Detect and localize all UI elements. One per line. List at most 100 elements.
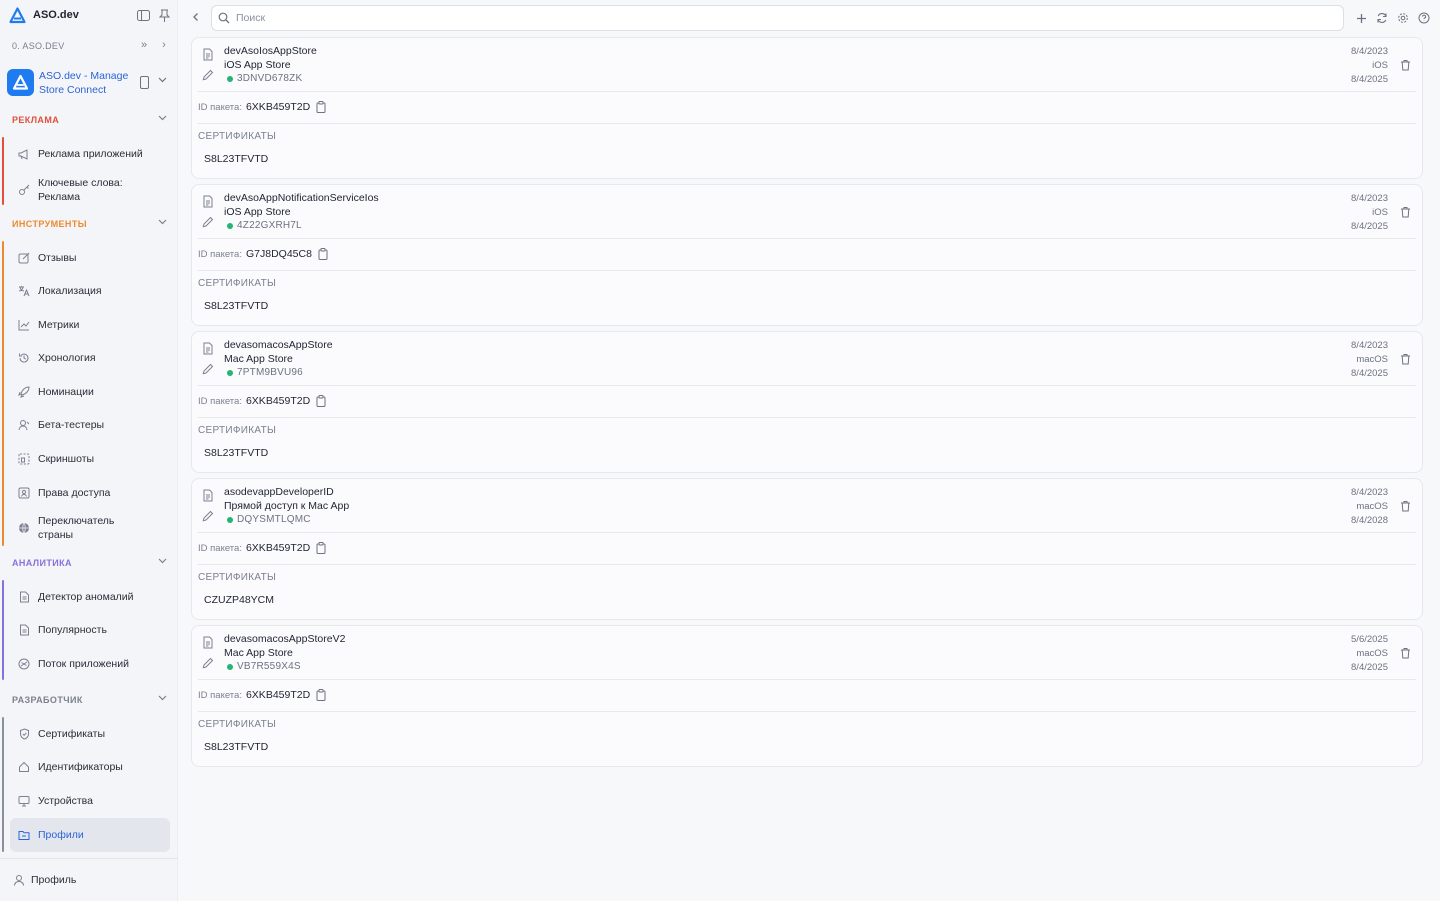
profile-card[interactable]: asodevappDeveloperID Прямой доступ к Mac…	[191, 478, 1423, 620]
sidebar-item-label: Популярность	[38, 624, 107, 636]
sidebar-item-history[interactable]: Хронология	[10, 349, 170, 367]
gear-icon[interactable]	[1396, 11, 1410, 25]
trash-icon[interactable]	[1400, 500, 1413, 513]
chevron-right-icon[interactable]: ›	[157, 39, 171, 53]
sidebar-item-label: Реклама приложений	[38, 148, 143, 160]
globe-icon	[10, 522, 38, 534]
pencil-icon[interactable]	[202, 510, 215, 523]
pin-icon[interactable]	[157, 8, 172, 23]
section-developer[interactable]: РАЗРАБОТЧИК	[12, 695, 83, 705]
sidebar-item-beta-testers[interactable]: Бета-тестеры	[10, 416, 170, 434]
device-icon[interactable]	[140, 76, 150, 90]
certificate-id: S8L23TFVTD	[204, 300, 269, 312]
pencil-icon[interactable]	[202, 216, 215, 229]
home-icon	[10, 761, 38, 773]
sidebar-item-nominations[interactable]: Номинации	[10, 383, 170, 401]
sidebar-item-country-switcher[interactable]: Переключатель страны	[10, 514, 170, 542]
sidebar-item-app-flow[interactable]: Поток приложений	[10, 655, 170, 673]
profile-card[interactable]: devasomacosAppStore Mac App Store 7PTM9B…	[191, 331, 1423, 473]
status-active-dot	[227, 222, 233, 229]
sidebar-item-label: Локализация	[38, 285, 102, 297]
pencil-icon[interactable]	[202, 69, 215, 82]
bundle-id-label: ID пакета:	[198, 395, 242, 407]
add-icon[interactable]	[1354, 11, 1368, 25]
sidebar-item-access-rights[interactable]: Права доступа	[10, 484, 170, 502]
section-analytics[interactable]: АНАЛИТИКА	[12, 558, 72, 568]
bundle-id-value: 6XKB459T2D	[245, 395, 311, 407]
sidebar-item-devices[interactable]: Устройства	[10, 792, 170, 810]
sidebar-item-screenshots[interactable]: Скриншоты	[10, 450, 170, 468]
trash-icon[interactable]	[1400, 206, 1413, 219]
profile-card[interactable]: devasomacosAppStoreV2 Mac App Store VB7R…	[191, 625, 1423, 767]
profile-link[interactable]: Профиль	[10, 874, 76, 886]
profile-label: Профиль	[31, 874, 77, 886]
section-instruments[interactable]: ИНСТРУМЕНТЫ	[12, 219, 87, 229]
profile-store: iOS App Store	[224, 206, 291, 218]
sidebar-toggle-icon[interactable]	[136, 8, 151, 23]
profile-card[interactable]: devAsoIosAppStore iOS App Store 3DNVD678…	[191, 37, 1423, 179]
divider	[198, 270, 1416, 271]
sidebar-header: ASO.dev	[0, 0, 178, 32]
sidebar-item-label: Ключевые слова: Реклама	[38, 177, 123, 203]
group-indicator	[2, 717, 4, 852]
chevron-down-icon[interactable]	[158, 115, 170, 127]
search-input[interactable]	[236, 10, 1336, 26]
copy-icon[interactable]	[318, 248, 329, 260]
chevron-down-icon[interactable]	[158, 558, 170, 570]
copy-icon[interactable]	[316, 542, 327, 554]
double-chevron-icon[interactable]: »	[137, 39, 151, 53]
created-date: 8/4/2023	[1351, 46, 1388, 57]
pencil-icon[interactable]	[202, 363, 215, 376]
chevron-down-icon[interactable]	[158, 77, 168, 87]
chevron-down-icon[interactable]	[158, 219, 170, 231]
copy-icon[interactable]	[316, 689, 327, 701]
user-icon	[10, 874, 28, 886]
sidebar-item-profiles[interactable]: Профили	[10, 818, 170, 852]
sidebar-item-certificates[interactable]: Сертификаты	[10, 725, 170, 743]
status-active-dot	[227, 663, 233, 670]
profile-dates: 8/4/2023 macOS 8/4/2025	[1351, 339, 1388, 381]
section-reklama[interactable]: РЕКЛАМА	[12, 115, 59, 125]
profile-dates: 8/4/2023 iOS 8/4/2025	[1351, 45, 1388, 87]
sidebar-item-reviews[interactable]: Отзывы	[10, 249, 170, 267]
search-box[interactable]	[211, 5, 1344, 31]
bundle-id-value: 6XKB459T2D	[245, 542, 311, 554]
profile-id: 7PTM9BVU96	[227, 367, 303, 378]
copy-icon[interactable]	[316, 395, 327, 407]
pencil-icon[interactable]	[202, 657, 215, 670]
back-chevron-icon[interactable]	[190, 11, 204, 25]
sidebar-item-anomaly-detector[interactable]: Детектор аномалий	[10, 588, 170, 606]
created-date: 5/6/2025	[1351, 634, 1388, 645]
document-icon	[202, 489, 215, 502]
trash-icon[interactable]	[1400, 353, 1413, 366]
sidebar-item-metrics[interactable]: Метрики	[10, 316, 170, 334]
expiry-date: 8/4/2025	[1351, 74, 1388, 85]
profile-id-text: VB7R559X4S	[237, 661, 301, 672]
refresh-icon[interactable]	[1375, 11, 1389, 25]
bundle-id-row: ID пакета: G7J8DQ45C8	[198, 248, 329, 260]
help-icon[interactable]	[1417, 11, 1431, 25]
sidebar-item-popularity[interactable]: Популярность	[10, 621, 170, 639]
platform-label: macOS	[1356, 354, 1388, 365]
flow-icon	[10, 658, 38, 670]
sidebar-item-keywords-ads[interactable]: Ключевые слова: Реклама	[10, 176, 170, 204]
bundle-id-label: ID пакета:	[198, 248, 242, 260]
sidebar-item-identifiers[interactable]: Идентификаторы	[10, 758, 170, 776]
org-label: 0. ASO.DEV	[12, 41, 65, 51]
trash-icon[interactable]	[1400, 647, 1413, 660]
sidebar-item-app-ads[interactable]: Реклама приложений	[10, 145, 170, 163]
bundle-id-row: ID пакета: 6XKB459T2D	[198, 395, 327, 407]
copy-icon[interactable]	[316, 101, 327, 113]
trash-icon[interactable]	[1400, 59, 1413, 72]
sidebar-item-label: Сертификаты	[38, 728, 105, 740]
profile-id: DQYSMTLQMC	[227, 514, 311, 525]
app-selector[interactable]: ASO.dev - Manage Store Connect	[0, 64, 178, 102]
profile-card[interactable]: devAsoAppNotificationServiceIos iOS App …	[191, 184, 1423, 326]
profile-id-text: DQYSMTLQMC	[237, 514, 311, 525]
platform-label: macOS	[1356, 648, 1388, 659]
bundle-id-value: 6XKB459T2D	[245, 101, 311, 113]
sidebar-item-localization[interactable]: Локализация	[10, 282, 170, 300]
translate-icon	[10, 285, 38, 297]
chevron-down-icon[interactable]	[158, 695, 170, 707]
org-selector[interactable]: 0. ASO.DEV » ›	[0, 38, 178, 56]
